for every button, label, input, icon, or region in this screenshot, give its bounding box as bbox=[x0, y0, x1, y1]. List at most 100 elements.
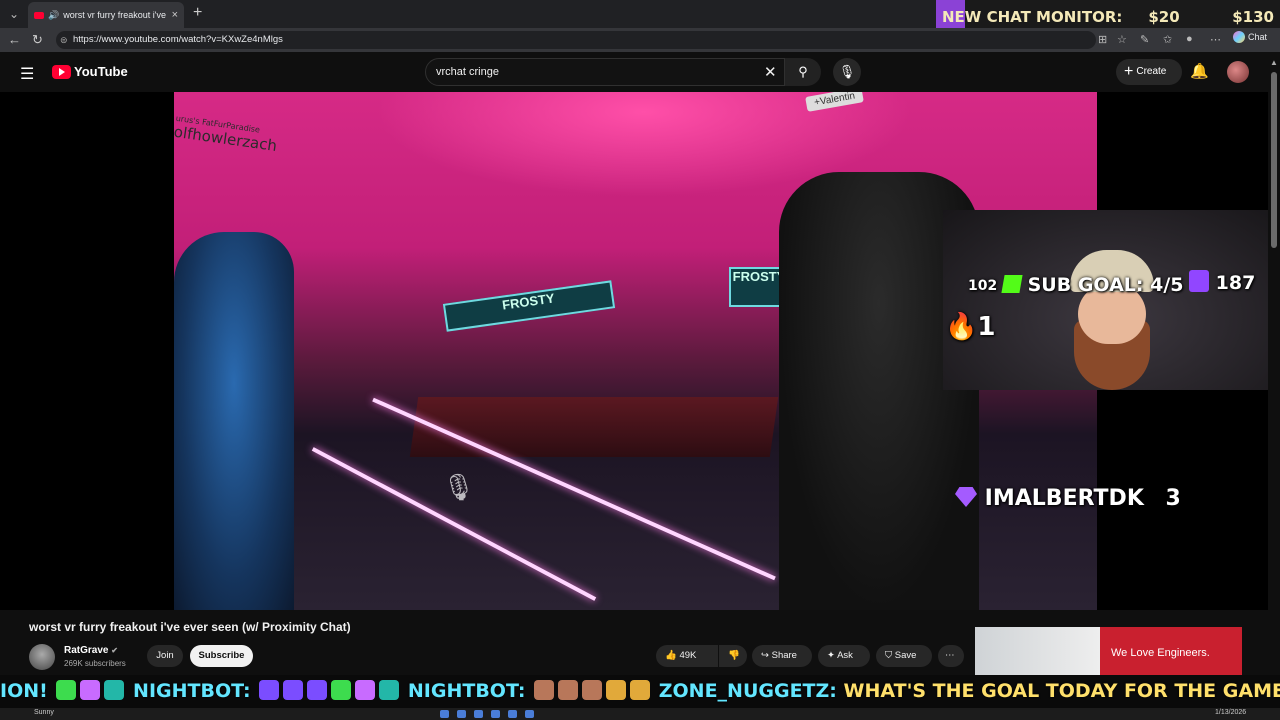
chat-username: NIGHTBOT: bbox=[407, 680, 526, 702]
emote-icon bbox=[558, 680, 579, 700]
like-count: 49K bbox=[679, 650, 697, 661]
account-avatar[interactable] bbox=[1227, 61, 1249, 83]
favorites-icon[interactable]: ✩ bbox=[1163, 33, 1172, 46]
kick-logo-icon bbox=[1001, 275, 1023, 293]
weather-label[interactable]: Sunny bbox=[34, 709, 54, 716]
browser-tab-active[interactable]: 🔊 worst vr furry freakout i've ever seen… bbox=[28, 2, 184, 28]
neon-floor-line bbox=[311, 447, 597, 601]
ticker-prefix: ION! bbox=[0, 680, 48, 702]
chat-monitor-value-2: $130 bbox=[1232, 8, 1274, 26]
ad-image bbox=[975, 627, 1100, 675]
search-button[interactable]: ⚲ bbox=[785, 58, 821, 86]
emote-icon bbox=[80, 680, 101, 700]
search-icon: ⚲ bbox=[798, 64, 808, 79]
player-nametag: urus's FatFurParadise olfhowlerzach bbox=[174, 114, 295, 157]
extensions-icon[interactable]: ✎ bbox=[1140, 33, 1149, 46]
channel-name[interactable]: RatGrave ✔ bbox=[64, 645, 118, 656]
share-label: Share bbox=[771, 650, 797, 661]
robot-icon bbox=[104, 680, 125, 700]
ask-label: Ask bbox=[837, 650, 853, 661]
fire-count: 1 bbox=[977, 312, 996, 342]
create-button[interactable]: + Create bbox=[1116, 59, 1182, 85]
microphone-icon: 🎙 bbox=[838, 64, 856, 79]
emote-icon bbox=[606, 680, 627, 700]
back-arrow-icon[interactable]: ← bbox=[8, 32, 21, 47]
page-scrollbar[interactable]: ▲ bbox=[1268, 52, 1280, 667]
search-box[interactable]: vrchat cringe ✕ bbox=[425, 58, 785, 86]
emote-icon bbox=[331, 680, 352, 700]
taskbar-apps bbox=[440, 710, 534, 718]
sub-alert: IMALBERTDK 3 bbox=[955, 486, 1181, 511]
emote-icon bbox=[355, 680, 376, 700]
youtube-logo-text: YouTube bbox=[74, 64, 128, 79]
youtube-play-icon bbox=[52, 64, 71, 79]
like-button[interactable]: 👍 49K bbox=[656, 645, 718, 667]
tab-list-chevron-icon[interactable]: ⌄ bbox=[4, 4, 24, 24]
verified-check-icon: ✔ bbox=[111, 646, 118, 655]
taskbar-app-icon[interactable] bbox=[491, 710, 500, 718]
reload-icon[interactable]: ↻ bbox=[32, 32, 43, 48]
bookmark-icon: ⛉ bbox=[885, 650, 893, 661]
twitch-count-group: 187 bbox=[1189, 270, 1255, 294]
taskbar-app-icon[interactable] bbox=[508, 710, 517, 718]
tab-close-icon[interactable]: × bbox=[172, 9, 178, 21]
save-label: Save bbox=[894, 650, 917, 661]
chat-monitor-value-1: $20 bbox=[1148, 8, 1180, 26]
sub-alert-count: 3 bbox=[1165, 486, 1181, 511]
dislike-button[interactable]: 👎 bbox=[719, 645, 747, 667]
subscriber-count: 269K subscribers bbox=[64, 659, 126, 668]
scroll-up-arrow-icon[interactable]: ▲ bbox=[1270, 58, 1278, 67]
share-button[interactable]: ↪ Share bbox=[752, 645, 812, 667]
badge-icon bbox=[630, 680, 651, 700]
chat-username: ZONE_NUGGETZ: bbox=[658, 680, 837, 702]
video-title: worst vr furry freakout i've ever seen (… bbox=[29, 620, 351, 634]
chat-ticker: ION! NIGHTBOT: NIGHTBOT: ZONE_NUGGETZ: W… bbox=[0, 675, 1280, 708]
hamburger-menu-icon[interactable]: ☰ bbox=[20, 64, 34, 84]
profile-icon[interactable]: ● bbox=[1186, 33, 1193, 45]
notifications-bell-icon[interactable]: 🔔 bbox=[1190, 62, 1209, 80]
taskbar-date: 1/13/2026 bbox=[1215, 709, 1247, 716]
url-text: https://www.youtube.com/watch?v=KXwZe4nM… bbox=[73, 34, 283, 45]
push-to-talk-icon: 🎙 bbox=[442, 472, 476, 502]
join-button[interactable]: Join bbox=[147, 645, 183, 667]
new-tab-button[interactable]: + bbox=[193, 4, 202, 22]
youtube-favicon-icon bbox=[34, 11, 44, 19]
site-info-icon[interactable]: ⊜ bbox=[60, 31, 68, 49]
ask-button[interactable]: ✦ Ask bbox=[818, 645, 870, 667]
url-bar[interactable]: ⊜ https://www.youtube.com/watch?v=KXwZe4… bbox=[56, 31, 1096, 49]
more-dots-icon: ⋯ bbox=[945, 650, 955, 661]
fire-icon: 🔥 bbox=[945, 312, 978, 342]
bookmark-star-icon[interactable]: ☆ bbox=[1117, 33, 1127, 46]
taskbar-app-icon[interactable] bbox=[474, 710, 483, 718]
taskbar-app-icon[interactable] bbox=[525, 710, 534, 718]
emote-icon bbox=[307, 680, 328, 700]
copilot-chat-button[interactable]: Chat bbox=[1233, 31, 1267, 43]
subscribe-button[interactable]: Subscribe bbox=[190, 645, 253, 667]
copilot-icon bbox=[1233, 31, 1245, 43]
frosty-sign: FROSTY bbox=[442, 280, 616, 332]
search-input[interactable]: vrchat cringe bbox=[436, 66, 499, 78]
chat-username: NIGHTBOT: bbox=[133, 680, 251, 702]
player-nametag-right: +Valentin bbox=[805, 92, 865, 112]
more-options-icon[interactable]: ⋯ bbox=[1210, 33, 1221, 46]
twitch-logo-icon bbox=[1189, 270, 1209, 292]
emote-icon bbox=[534, 680, 555, 700]
audio-playing-icon[interactable]: 🔊 bbox=[48, 10, 59, 21]
twitch-count: 187 bbox=[1215, 272, 1256, 294]
voice-search-button[interactable]: 🎙 bbox=[833, 58, 861, 86]
tab-title: worst vr furry freakout i've ever seen (… bbox=[63, 10, 167, 20]
channel-avatar[interactable] bbox=[29, 644, 55, 670]
more-actions-button[interactable]: ⋯ bbox=[938, 645, 964, 667]
save-button[interactable]: ⛉ Save bbox=[876, 645, 932, 667]
chat-message: WHAT'S THE GOAL TODAY FOR THE GAME bbox=[843, 680, 1280, 702]
emote-icon bbox=[56, 680, 77, 700]
scrollbar-thumb[interactable] bbox=[1271, 72, 1277, 248]
ad-banner[interactable]: We Love Engineers. bbox=[975, 627, 1242, 675]
youtube-logo[interactable]: YouTube bbox=[52, 64, 128, 79]
start-icon[interactable] bbox=[440, 710, 449, 718]
clear-search-icon[interactable]: ✕ bbox=[764, 63, 777, 81]
app-install-icon[interactable]: ⊞ bbox=[1098, 33, 1107, 46]
taskbar-app-icon[interactable] bbox=[457, 710, 466, 718]
kick-count: 102 bbox=[968, 278, 998, 294]
emote-icon bbox=[582, 680, 603, 700]
